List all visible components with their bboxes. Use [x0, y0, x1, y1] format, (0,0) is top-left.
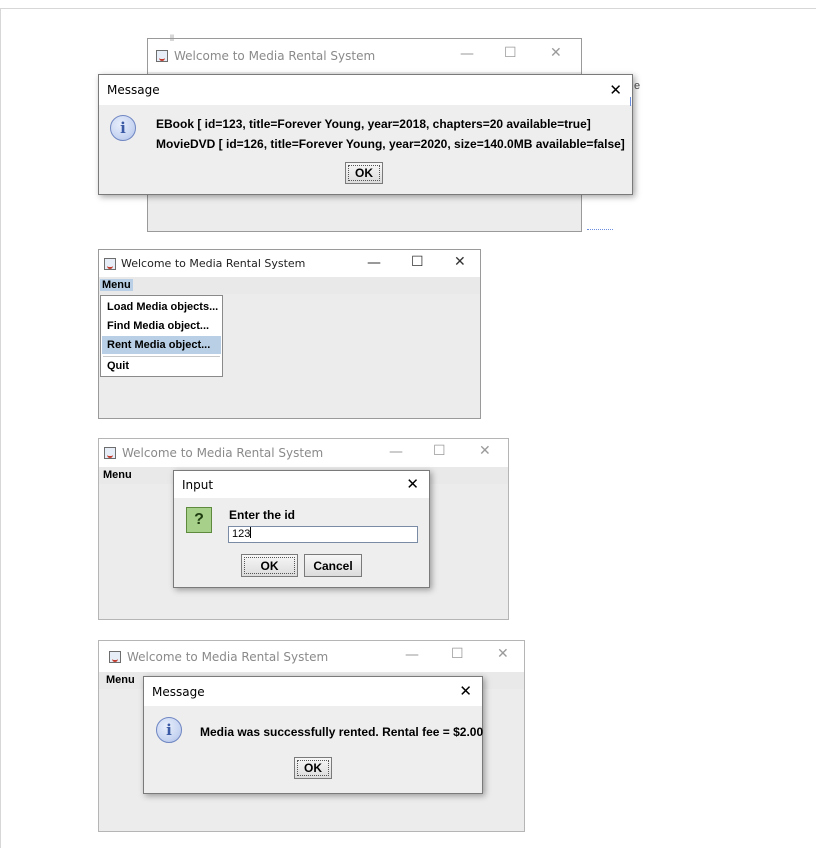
close-button[interactable]: ✕ [454, 254, 466, 270]
window-title: Welcome to Media Rental System [127, 649, 329, 664]
background-text-fragment: ll [170, 33, 174, 43]
edge-bracket [630, 97, 633, 106]
menu-bar: Menu [99, 277, 480, 294]
maximize-button[interactable]: ☐ [433, 443, 446, 459]
window-title: Welcome to Media Rental System [121, 257, 306, 270]
text-caret [250, 527, 252, 538]
minimize-button[interactable]: — [367, 255, 381, 271]
input-dialog: Input ✕ ? Enter the id 123 OK Cancel [173, 470, 430, 588]
cancel-button[interactable]: Cancel [304, 554, 362, 577]
message-line-1: EBook [ id=123, title=Forever Young, yea… [156, 117, 591, 131]
minimize-button[interactable]: — [389, 444, 403, 460]
ok-button[interactable]: OK [294, 757, 332, 779]
ok-button[interactable]: OK [345, 162, 383, 184]
question-icon: ? [186, 507, 212, 533]
close-button[interactable]: ✕ [497, 646, 509, 662]
dialog-titlebar[interactable]: Input ✕ [174, 471, 429, 498]
java-app-icon [104, 257, 116, 270]
maximize-button[interactable]: ☐ [411, 254, 424, 270]
input-prompt: Enter the id [229, 508, 296, 522]
maximize-button[interactable]: ☐ [504, 45, 517, 61]
window-2: Welcome to Media Rental System — ☐ ✕ Men… [98, 249, 481, 419]
minimize-button[interactable]: — [460, 46, 474, 62]
dialog-title: Message [152, 685, 205, 699]
ok-button[interactable]: OK [241, 554, 298, 577]
id-input-value: 123 [232, 528, 251, 540]
menu-item-load[interactable]: Load Media objects... [102, 298, 221, 316]
window-title: Welcome to Media Rental System [174, 48, 376, 63]
java-app-icon [109, 650, 121, 663]
dialog-titlebar[interactable]: Message ✕ [99, 75, 632, 105]
menu-item-quit[interactable]: Quit [102, 357, 221, 375]
menu-item-rent[interactable]: Rent Media object... [102, 336, 221, 354]
menu-popup: Load Media objects... Find Media object.… [100, 295, 223, 377]
info-icon: i [156, 717, 182, 743]
menu-item-find[interactable]: Find Media object... [102, 317, 221, 335]
window-title: Welcome to Media Rental System [122, 446, 324, 460]
dialog-titlebar[interactable]: Message ✕ [144, 677, 482, 706]
message-line-2: MovieDVD [ id=126, title=Forever Young, … [156, 137, 625, 151]
edge-dots [587, 228, 613, 230]
minimize-button[interactable]: — [405, 647, 419, 663]
message-dialog-2: Message ✕ i Media was successfully rente… [143, 676, 483, 794]
close-icon[interactable]: ✕ [609, 81, 622, 99]
maximize-button[interactable]: ☐ [451, 646, 464, 662]
id-input[interactable]: 123 [228, 526, 418, 543]
window-3-titlebar[interactable]: Welcome to Media Rental System — ☐ ✕ [99, 439, 508, 467]
message-dialog-1: Message ✕ i EBook [ id=123, title=Foreve… [98, 74, 633, 195]
java-app-icon [156, 49, 168, 62]
close-button[interactable]: ✕ [479, 443, 491, 459]
menu-menu[interactable]: Menu [104, 674, 137, 686]
window-1-titlebar[interactable]: Welcome to Media Rental System — ☐ ✕ [148, 39, 581, 72]
close-button[interactable]: ✕ [550, 45, 562, 61]
success-message: Media was successfully rented. Rental fe… [200, 725, 484, 739]
dialog-title: Input [182, 478, 214, 492]
edge-text-fragment: e [634, 80, 641, 92]
menu-menu[interactable]: Menu [100, 279, 133, 291]
menu-menu[interactable]: Menu [101, 469, 134, 481]
close-icon[interactable]: ✕ [459, 682, 472, 700]
java-app-icon [104, 447, 116, 459]
window-4-titlebar[interactable]: Welcome to Media Rental System — ☐ ✕ [99, 641, 524, 672]
dialog-title: Message [107, 83, 160, 97]
window-2-titlebar[interactable]: Welcome to Media Rental System — ☐ ✕ [99, 250, 480, 277]
close-icon[interactable]: ✕ [406, 475, 419, 493]
info-icon: i [110, 115, 136, 141]
